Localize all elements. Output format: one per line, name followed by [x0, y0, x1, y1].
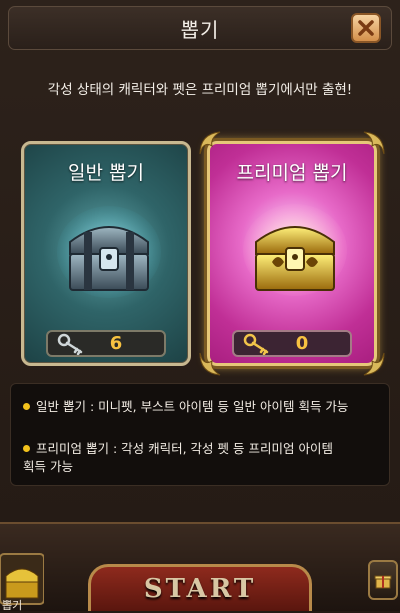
silver-chest-icon: [57, 206, 161, 298]
info-item-normal: 일반 뽑기 : 미니펫, 부스트 아이템 등 일반 아이템 획득 가능: [23, 398, 373, 416]
title-bar: 뽑기: [8, 6, 392, 50]
corner-ornament-icon: [363, 131, 385, 155]
info-text-premium-cont: 획득 가능: [23, 459, 73, 474]
corner-ornament-icon: [199, 131, 221, 155]
start-label: START: [143, 574, 257, 604]
bullet-icon: [23, 403, 30, 410]
info-text-normal: 일반 뽑기 : 미니펫, 부스트 아이템 등 일반 아이템 획득 가능: [36, 399, 349, 414]
info-item-premium: 프리미엄 뽑기 : 각성 캐릭터, 각성 펫 등 프리미엄 아이템 획득 가능: [23, 440, 373, 476]
premium-key-counter: 0: [232, 330, 352, 357]
info-box: 일반 뽑기 : 미니펫, 부스트 아이템 등 일반 아이템 획득 가능 프리미엄…: [10, 383, 390, 486]
normal-key-counter: 6: [46, 330, 166, 357]
premium-gacha-card[interactable]: 프리미엄 뽑기 0: [199, 131, 385, 376]
close-icon: [358, 20, 374, 36]
bullet-icon: [23, 445, 30, 452]
gift-button[interactable]: [368, 560, 398, 600]
bottom-bar: 뽑기 START: [0, 522, 400, 613]
close-button[interactable]: [351, 13, 381, 43]
gacha-panel: 뽑기 각성 상태의 캐릭터와 펫은 프리미엄 뽑기에서만 출현! 일반 뽑기 6…: [0, 0, 400, 522]
normal-gacha-title: 일반 뽑기: [68, 162, 144, 184]
premium-gacha-title: 프리미엄 뽑기: [236, 162, 348, 184]
premium-key-count: 0: [295, 333, 309, 354]
gacha-notice: 각성 상태의 캐릭터와 펫은 프리미엄 뽑기에서만 출현!: [47, 82, 353, 98]
gold-key-icon: [243, 333, 269, 355]
silver-key-icon: [57, 333, 83, 355]
corner-ornament-icon: [199, 352, 221, 376]
normal-key-count: 6: [109, 333, 123, 354]
page-title: 뽑기: [180, 17, 220, 42]
gift-icon: [374, 575, 392, 589]
start-button[interactable]: START: [88, 564, 312, 611]
gacha-label[interactable]: 뽑기: [2, 597, 22, 613]
normal-gacha-card[interactable]: 일반 뽑기 6: [21, 141, 191, 366]
corner-ornament-icon: [363, 352, 385, 376]
gold-chest-icon: [243, 204, 347, 296]
info-text-premium: 프리미엄 뽑기 : 각성 캐릭터, 각성 펫 등 프리미엄 아이템: [36, 441, 333, 456]
